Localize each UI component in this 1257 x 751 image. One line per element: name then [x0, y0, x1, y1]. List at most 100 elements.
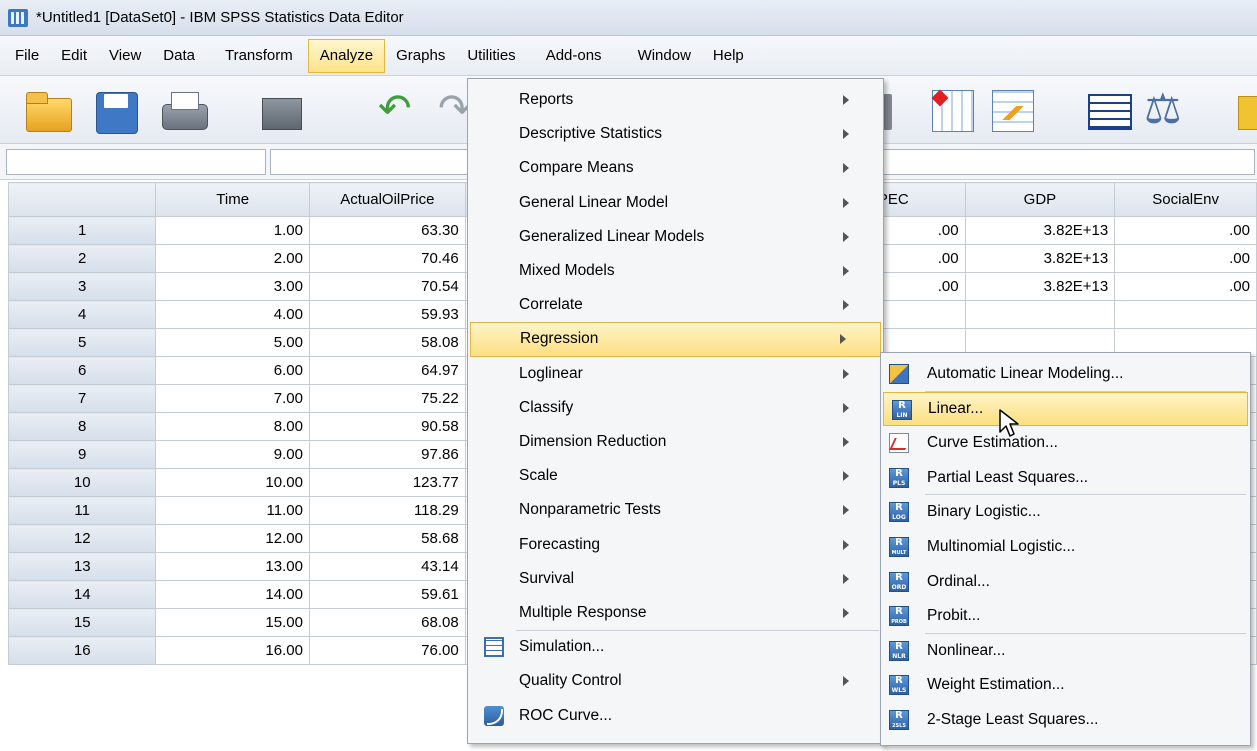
cell-gdp[interactable]: 3.82E+13	[964, 244, 1116, 273]
select-cases-icon[interactable]	[1232, 84, 1257, 136]
row-number[interactable]: 7	[7, 384, 157, 413]
analyze-menu-item-descriptive-statistics[interactable]: Descriptive Statistics	[468, 117, 883, 151]
cell-socialenv[interactable]: .00	[1114, 216, 1257, 245]
analyze-menu-item-forecasting[interactable]: Forecasting	[468, 528, 883, 562]
regression-menu-item-binary-logistic[interactable]: R LOG Binary Logistic...	[881, 495, 1250, 529]
cell-actualoilprice[interactable]: 59.93	[308, 300, 466, 329]
analyze-menu-item-simulation[interactable]: Simulation...	[468, 630, 883, 664]
cell-actualoilprice[interactable]: 63.30	[308, 216, 466, 245]
column-header-socialenv[interactable]: SocialEnv	[1114, 182, 1257, 217]
analyze-menu-item-nonparametric-tests[interactable]: Nonparametric Tests	[468, 493, 883, 527]
cell-gdp[interactable]: 3.82E+13	[964, 216, 1116, 245]
regression-menu-item-weight-estimation[interactable]: R WLS Weight Estimation...	[881, 668, 1250, 702]
row-number[interactable]: 15	[7, 608, 157, 637]
cell-actualoilprice[interactable]: 68.08	[308, 608, 466, 637]
analyze-menu-item-general-linear-model[interactable]: General Linear Model	[468, 186, 883, 220]
regression-menu-item-ordinal[interactable]: R ORD Ordinal...	[881, 565, 1250, 599]
analyze-menu-item-scale[interactable]: Scale	[468, 459, 883, 493]
save-icon[interactable]	[90, 84, 142, 136]
regression-menu-item-multinomial-logistic[interactable]: R MULT Multinomial Logistic...	[881, 530, 1250, 564]
analyze-menu-item-mixed-models[interactable]: Mixed Models	[468, 254, 883, 288]
cell-time[interactable]: 15.00	[155, 608, 310, 637]
menu-transform[interactable]: Transform	[214, 39, 304, 73]
analyze-menu-item-survival[interactable]: Survival	[468, 562, 883, 596]
analyze-menu-item-roc-curve[interactable]: ROC Curve...	[468, 699, 883, 733]
cell-time[interactable]: 14.00	[155, 580, 310, 609]
cell-pec[interactable]	[874, 300, 966, 329]
menu-graphs[interactable]: Graphs	[385, 39, 456, 73]
regression-menu-item-linear[interactable]: R LIN Linear...	[883, 391, 1248, 426]
row-number[interactable]: 3	[7, 272, 157, 301]
row-number[interactable]: 13	[7, 552, 157, 581]
row-number[interactable]: 5	[7, 328, 157, 357]
row-number[interactable]: 6	[7, 356, 157, 385]
insert-variable-icon[interactable]	[986, 84, 1038, 136]
cell-gdp[interactable]	[964, 300, 1116, 329]
menu-analyze[interactable]: Analyze	[307, 38, 386, 73]
cell-time[interactable]: 3.00	[155, 272, 310, 301]
regression-menu-item-2-stage-least-squares[interactable]: R 2SLS 2-Stage Least Squares...	[881, 703, 1250, 737]
analyze-menu-item-compare-means[interactable]: Compare Means	[468, 151, 883, 185]
cell-time[interactable]: 11.00	[155, 496, 310, 525]
weight-cases-icon[interactable]	[1138, 84, 1190, 136]
print-icon[interactable]	[158, 84, 210, 136]
menu-view[interactable]: View	[98, 39, 152, 73]
cell-time[interactable]: 13.00	[155, 552, 310, 581]
menu-data[interactable]: Data	[152, 39, 206, 73]
cell-actualoilprice[interactable]: 123.77	[308, 468, 466, 497]
cell-socialenv[interactable]: .00	[1114, 244, 1257, 273]
open-folder-icon[interactable]	[22, 84, 74, 136]
row-number[interactable]: 10	[7, 468, 157, 497]
recall-dialog-icon[interactable]	[258, 84, 310, 136]
regression-menu-item-partial-least-squares[interactable]: R PLS Partial Least Squares...	[881, 461, 1250, 495]
analyze-menu-item-quality-control[interactable]: Quality Control	[468, 664, 883, 698]
cell-time[interactable]: 9.00	[155, 440, 310, 469]
cell-actualoilprice[interactable]: 43.14	[308, 552, 466, 581]
corner-header[interactable]	[7, 182, 157, 217]
cell-actualoilprice[interactable]: 75.22	[308, 384, 466, 413]
cell-time[interactable]: 16.00	[155, 636, 310, 665]
regression-menu-item-automatic-linear-modeling[interactable]: Automatic Linear Modeling...	[881, 357, 1250, 391]
insert-cases-icon[interactable]	[926, 84, 978, 136]
analyze-menu-item-dimension-reduction[interactable]: Dimension Reduction	[468, 425, 883, 459]
row-number[interactable]: 12	[7, 524, 157, 553]
column-header-time[interactable]: Time	[155, 182, 310, 217]
menu-utilities[interactable]: Utilities	[456, 39, 526, 73]
cell-actualoilprice[interactable]: 90.58	[308, 412, 466, 441]
cell-socialenv[interactable]: .00	[1114, 272, 1257, 301]
cell-name-box[interactable]	[6, 149, 266, 175]
column-header-pec[interactable]: PEC	[874, 182, 966, 217]
split-file-icon[interactable]	[1082, 84, 1134, 136]
spss-app-icon[interactable]	[8, 8, 28, 27]
column-header-actualoilprice[interactable]: ActualOilPrice	[308, 182, 466, 217]
row-number[interactable]: 14	[7, 580, 157, 609]
analyze-menu-item-reports[interactable]: Reports	[468, 83, 883, 117]
menu-help[interactable]: Help	[702, 39, 755, 73]
regression-menu-item-nonlinear[interactable]: R NLR Nonlinear...	[881, 634, 1250, 668]
cell-actualoilprice[interactable]: 97.86	[308, 440, 466, 469]
analyze-menu-item-correlate[interactable]: Correlate	[468, 288, 883, 322]
cell-time[interactable]: 10.00	[155, 468, 310, 497]
row-number[interactable]: 9	[7, 440, 157, 469]
row-number[interactable]: 1	[7, 216, 157, 245]
cell-pec[interactable]: .00	[874, 272, 966, 301]
cell-time[interactable]: 7.00	[155, 384, 310, 413]
column-header-gdp[interactable]: GDP	[964, 182, 1116, 217]
row-number[interactable]: 11	[7, 496, 157, 525]
cell-actualoilprice[interactable]: 118.29	[308, 496, 466, 525]
menu-file[interactable]: File	[4, 39, 50, 73]
row-number[interactable]: 16	[7, 636, 157, 665]
cell-actualoilprice[interactable]: 70.46	[308, 244, 466, 273]
cell-actualoilprice[interactable]: 59.61	[308, 580, 466, 609]
regression-menu-item-probit[interactable]: R PROB Probit...	[881, 599, 1250, 633]
cell-gdp[interactable]: 3.82E+13	[964, 272, 1116, 301]
undo-icon[interactable]	[372, 84, 424, 136]
cell-pec[interactable]: .00	[874, 244, 966, 273]
cell-time[interactable]: 1.00	[155, 216, 310, 245]
cell-time[interactable]: 2.00	[155, 244, 310, 273]
analyze-menu-item-multiple-response[interactable]: Multiple Response	[468, 596, 883, 630]
cell-actualoilprice[interactable]: 64.97	[308, 356, 466, 385]
cell-time[interactable]: 6.00	[155, 356, 310, 385]
analyze-menu-item-regression[interactable]: Regression	[470, 322, 881, 357]
row-number[interactable]: 4	[7, 300, 157, 329]
